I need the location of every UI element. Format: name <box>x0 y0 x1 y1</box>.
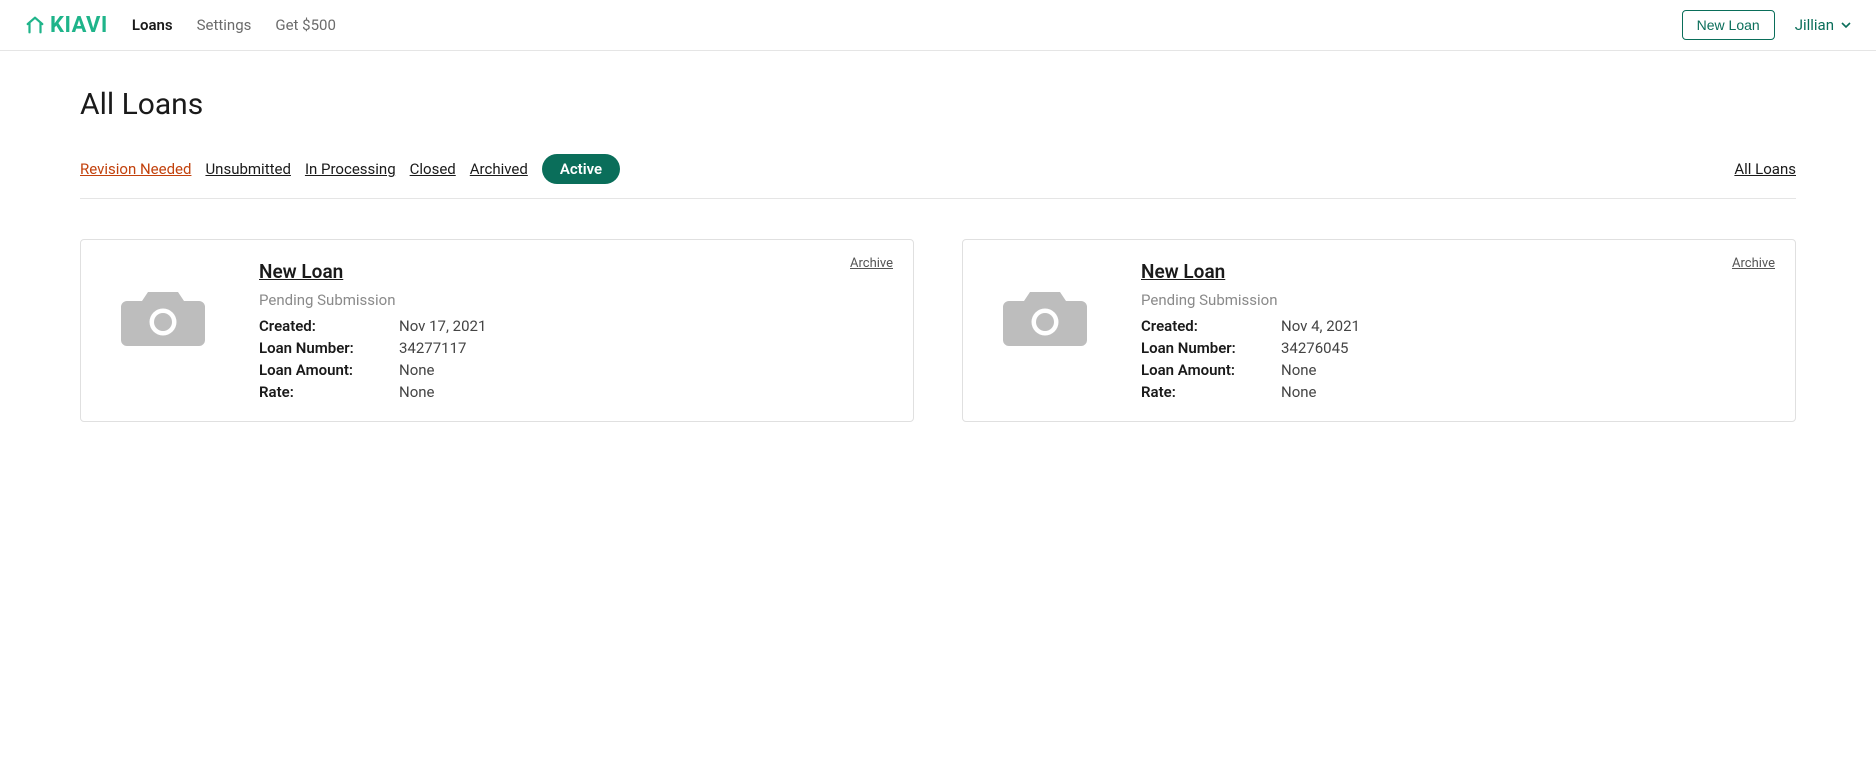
loan-details: Created: Nov 4, 2021 Loan Number: 342760… <box>1141 317 1773 401</box>
page-title: All Loans <box>80 87 1796 122</box>
loan-thumbnail <box>103 266 223 366</box>
loan-status: Pending Submission <box>1141 291 1773 309</box>
filter-unsubmitted[interactable]: Unsubmitted <box>205 160 290 178</box>
value-rate: None <box>1281 383 1773 401</box>
label-loan-amount: Loan Amount: <box>259 361 399 379</box>
filter-archived[interactable]: Archived <box>470 160 528 178</box>
loan-thumbnail <box>985 266 1105 366</box>
loan-info: New Loan Pending Submission Created: Nov… <box>1141 260 1773 401</box>
archive-link[interactable]: Archive <box>1732 256 1775 271</box>
chevron-down-icon <box>1840 19 1852 31</box>
loan-cards: Archive New Loan Pending Submission Crea… <box>80 239 1796 422</box>
logo[interactable]: KIAVI <box>24 13 108 38</box>
camera-icon <box>997 276 1093 356</box>
value-created: Nov 17, 2021 <box>399 317 891 335</box>
filter-active[interactable]: Active <box>542 154 620 184</box>
loan-details: Created: Nov 17, 2021 Loan Number: 34277… <box>259 317 891 401</box>
all-loans-link[interactable]: All Loans <box>1734 160 1796 178</box>
label-rate: Rate: <box>259 383 399 401</box>
camera-icon <box>115 276 211 356</box>
nav-loans[interactable]: Loans <box>132 16 173 34</box>
topbar: KIAVI Loans Settings Get $500 New Loan J… <box>0 0 1876 51</box>
loan-card: Archive New Loan Pending Submission Crea… <box>80 239 914 422</box>
loan-title-link[interactable]: New Loan <box>259 260 343 283</box>
value-loan-amount: None <box>1281 361 1773 379</box>
filter-closed[interactable]: Closed <box>410 160 456 178</box>
content: All Loans Revision Needed Unsubmitted In… <box>0 51 1876 458</box>
nav-settings[interactable]: Settings <box>197 16 252 34</box>
house-icon <box>24 14 46 36</box>
user-menu[interactable]: Jillian <box>1795 16 1852 34</box>
user-name: Jillian <box>1795 16 1834 34</box>
loan-info: New Loan Pending Submission Created: Nov… <box>259 260 891 401</box>
loan-title-link[interactable]: New Loan <box>1141 260 1225 283</box>
filter-revision-needed[interactable]: Revision Needed <box>80 160 191 178</box>
topbar-right: New Loan Jillian <box>1682 10 1852 40</box>
new-loan-button[interactable]: New Loan <box>1682 10 1775 40</box>
value-rate: None <box>399 383 891 401</box>
loan-status: Pending Submission <box>259 291 891 309</box>
label-loan-amount: Loan Amount: <box>1141 361 1281 379</box>
nav-links: Loans Settings Get $500 <box>132 16 336 34</box>
value-loan-number: 34277117 <box>399 339 891 357</box>
label-created: Created: <box>259 317 399 335</box>
value-loan-number: 34276045 <box>1281 339 1773 357</box>
value-created: Nov 4, 2021 <box>1281 317 1773 335</box>
label-loan-number: Loan Number: <box>1141 339 1281 357</box>
logo-text: KIAVI <box>50 13 108 38</box>
archive-link[interactable]: Archive <box>850 256 893 271</box>
filters: Revision Needed Unsubmitted In Processin… <box>80 154 620 184</box>
label-loan-number: Loan Number: <box>259 339 399 357</box>
label-created: Created: <box>1141 317 1281 335</box>
loan-card: Archive New Loan Pending Submission Crea… <box>962 239 1796 422</box>
filter-in-processing[interactable]: In Processing <box>305 160 396 178</box>
value-loan-amount: None <box>399 361 891 379</box>
nav-referral[interactable]: Get $500 <box>275 16 336 34</box>
filter-row: Revision Needed Unsubmitted In Processin… <box>80 154 1796 199</box>
label-rate: Rate: <box>1141 383 1281 401</box>
topbar-left: KIAVI Loans Settings Get $500 <box>24 13 336 38</box>
